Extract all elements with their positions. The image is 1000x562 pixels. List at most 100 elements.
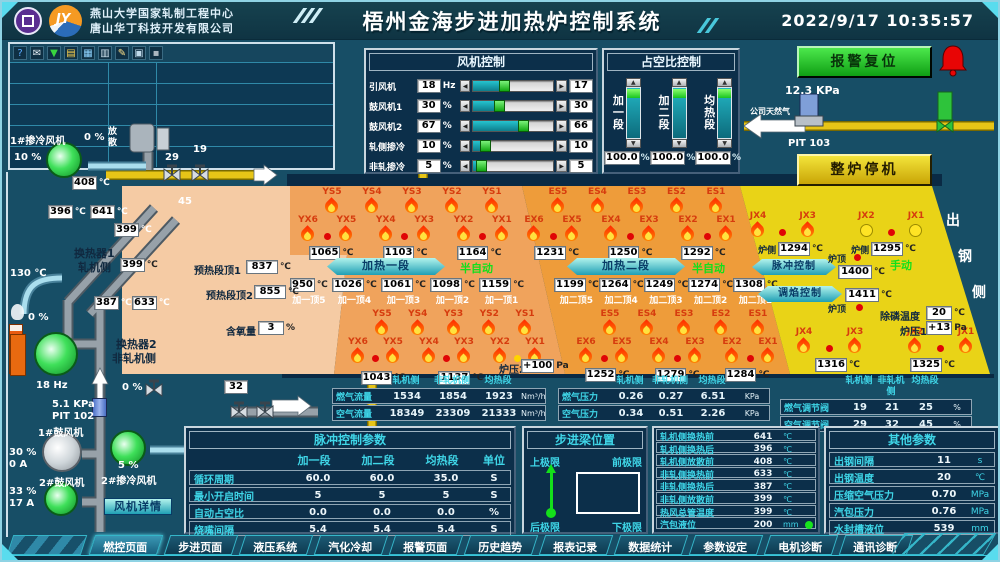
nav-tab[interactable]: 液压系统 <box>239 535 313 555</box>
slider-down-button[interactable]: ▼ <box>717 139 732 148</box>
zone1-button[interactable]: 加热一段 <box>327 258 445 275</box>
slider-left-button[interactable]: ◀ <box>460 160 471 172</box>
cell-value: 21333 <box>477 408 521 419</box>
fan-slider[interactable] <box>472 80 554 92</box>
burner-flame: EX2 <box>720 338 744 366</box>
param-value[interactable]: 0.0 <box>350 507 414 518</box>
fan-detail-button[interactable]: 风机详情 <box>104 498 172 515</box>
window-icon[interactable]: ▣ <box>132 46 146 60</box>
burner-label: ES4 <box>638 310 657 319</box>
fan-setpoint[interactable]: 10 <box>569 139 593 153</box>
slider-right-button[interactable]: ▶ <box>556 100 567 112</box>
rear-limit-label: 后极限 <box>530 519 560 534</box>
slider-right-button[interactable]: ▶ <box>556 140 567 152</box>
zone2-button[interactable]: 加热二段 <box>567 258 685 275</box>
fan-setpoint[interactable]: 30 <box>569 99 593 113</box>
flame-adjust-button[interactable]: 调焰控制 <box>758 286 842 302</box>
param-value[interactable]: 5 <box>414 490 478 501</box>
fan-slider[interactable] <box>472 160 554 172</box>
slider-left-button[interactable]: ◀ <box>460 140 471 152</box>
slider-down-button[interactable]: ▼ <box>626 139 641 148</box>
pulse-control-button[interactable]: 脉冲控制 <box>752 259 836 275</box>
valve-icon[interactable] <box>146 381 162 396</box>
param-value[interactable]: 5 <box>350 490 414 501</box>
param-value[interactable]: 5.4 <box>286 524 350 535</box>
param-value[interactable]: 0.0 <box>414 507 478 518</box>
help-icon[interactable]: ? <box>13 46 27 60</box>
slider-track[interactable] <box>626 87 641 139</box>
nav-tab[interactable]: 报表记录 <box>539 535 613 555</box>
spacer <box>407 338 415 366</box>
param-value[interactable]: 0.0 <box>286 507 350 518</box>
param-value[interactable]: 60.0 <box>286 473 350 484</box>
slider-thumb[interactable] <box>480 140 491 152</box>
chart-icon[interactable]: ▦ <box>81 46 95 60</box>
mail-icon[interactable]: ✉ <box>30 46 44 60</box>
param-value[interactable]: 35.0 <box>414 473 478 484</box>
nav-tab[interactable]: 数据统计 <box>614 535 688 555</box>
burner-flame: YX3 <box>412 216 436 244</box>
duty-value[interactable]: 100.0 <box>695 151 731 165</box>
burner-label: EX1 <box>758 338 777 347</box>
slider-right-button[interactable]: ▶ <box>556 120 567 132</box>
nav-tab[interactable]: 参数设定 <box>689 535 763 555</box>
nav-tab[interactable]: 电机诊断 <box>764 535 838 555</box>
nav-tab[interactable]: 报警页面 <box>389 535 463 555</box>
valve-icon[interactable] <box>257 403 273 418</box>
lock-icon[interactable]: ▪ <box>149 46 163 60</box>
fan-setpoint[interactable]: 66 <box>569 119 593 133</box>
nav-tab[interactable]: 汽化冷却 <box>314 535 388 555</box>
report-icon[interactable]: ▥ <box>98 46 112 60</box>
nav-tab[interactable]: 燃控页面 <box>89 535 163 555</box>
mixing-fan1-icon[interactable] <box>46 142 82 178</box>
slider-left-button[interactable]: ◀ <box>460 120 471 132</box>
slider-track[interactable] <box>672 87 687 139</box>
slider-thumb[interactable] <box>499 80 510 92</box>
slider-left-button[interactable]: ◀ <box>460 100 471 112</box>
fan-setpoint[interactable]: 5 <box>569 159 593 173</box>
green-valve-icon[interactable] <box>937 92 953 132</box>
param-value[interactable]: 5.4 <box>350 524 414 535</box>
fan-setpoint[interactable]: 17 <box>569 79 593 93</box>
duty-slider[interactable]: ▲▼ <box>717 78 732 148</box>
pit103-transmitter-icon[interactable] <box>795 94 823 126</box>
slider-left-button[interactable]: ◀ <box>460 80 471 92</box>
row-unit: Nm³/h <box>521 409 546 418</box>
slider-thumb[interactable] <box>494 100 505 112</box>
slider-down-button[interactable]: ▼ <box>672 139 687 148</box>
nav-tab[interactable]: 步进页面 <box>164 535 238 555</box>
slider-up-button[interactable]: ▲ <box>717 78 732 87</box>
slider-up-button[interactable]: ▲ <box>626 78 641 87</box>
column-header: 均热段 <box>690 376 734 387</box>
fan-slider[interactable] <box>472 140 554 152</box>
alarm-reset-button[interactable]: 报警复位 <box>797 46 932 78</box>
param-label: 出钢温度 <box>830 470 922 485</box>
fan-slider[interactable] <box>472 120 554 132</box>
slider-track[interactable] <box>717 87 732 139</box>
duty-slider-item: 均热段▲▼100.0% <box>695 78 741 165</box>
download-icon[interactable]: ▼ <box>47 46 61 60</box>
duty-slider[interactable]: ▲▼ <box>672 78 687 148</box>
pulse-param-row: 烧嘴间隔5.45.45.4S <box>189 521 511 536</box>
slider-thumb[interactable] <box>476 160 487 172</box>
slider-right-button[interactable]: ▶ <box>556 160 567 172</box>
param-value[interactable]: 5 <box>286 490 350 501</box>
slider-right-button[interactable]: ▶ <box>556 80 567 92</box>
edit-icon[interactable]: ✎ <box>115 46 129 60</box>
furnace-stop-button[interactable]: 整炉停机 <box>797 154 932 186</box>
param-value[interactable]: 60.0 <box>350 473 414 484</box>
duty-value[interactable]: 100.0 <box>650 151 686 165</box>
duty-value[interactable]: 100.0 <box>604 151 640 165</box>
temp-item: 炉侧1294℃ <box>758 242 823 256</box>
slider-up-button[interactable]: ▲ <box>672 78 687 87</box>
duty-slider[interactable]: ▲▼ <box>626 78 641 148</box>
induced-draft-fan-icon[interactable] <box>34 332 78 376</box>
temp-value: 1065 <box>309 246 341 260</box>
nav-tab[interactable]: 历史趋势 <box>464 535 538 555</box>
valve-icon[interactable] <box>231 403 247 418</box>
duty-slider-top: 加一段▲▼ <box>613 78 641 148</box>
fan-slider[interactable] <box>472 100 554 112</box>
folder-icon[interactable]: ▤ <box>64 46 78 60</box>
param-value[interactable]: 5.4 <box>414 524 478 535</box>
slider-thumb[interactable] <box>518 120 529 132</box>
